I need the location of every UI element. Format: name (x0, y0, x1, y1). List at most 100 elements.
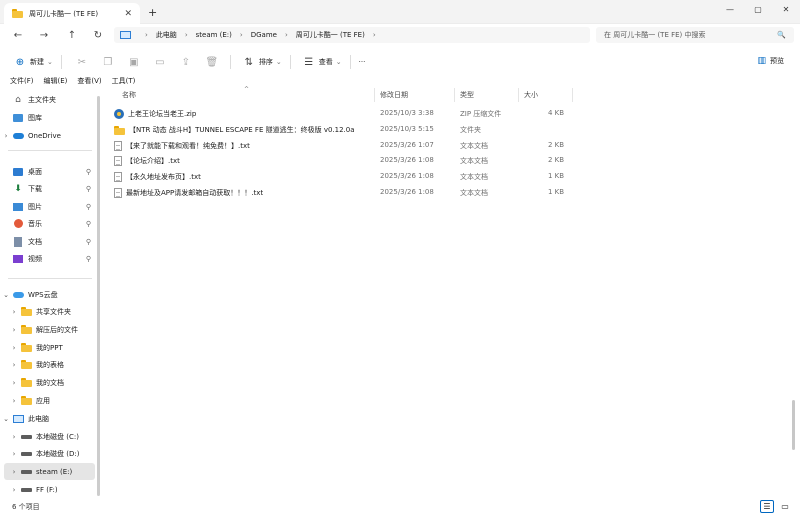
file-row[interactable]: 【来了就能下载和观看！纯免费！】.txt 2025/3/26 1:07 文本文档… (112, 138, 572, 154)
column-divider[interactable] (518, 88, 519, 102)
sidebar-item-music[interactable]: 音乐 ⚲ (0, 215, 95, 232)
chevron-right-icon[interactable]: › (8, 468, 20, 476)
chevron-down-icon[interactable]: ⌄ (0, 415, 12, 423)
close-tab-button[interactable]: ✕ (124, 9, 132, 19)
tiles-view-button[interactable]: ▭ (778, 500, 792, 513)
chevron-right-icon[interactable]: › (8, 308, 20, 316)
chevron-right-icon[interactable]: › (8, 326, 20, 334)
sidebar-item-gallery[interactable]: 图库 (0, 109, 95, 126)
breadcrumb-item[interactable]: steam (E:) (196, 31, 232, 39)
chevron-right-icon: › (145, 31, 148, 39)
folder-icon (20, 325, 32, 334)
menu-view[interactable]: 查看(V) (77, 76, 101, 88)
sidebar-label: 主文件夹 (28, 95, 56, 104)
chevron-right-icon[interactable]: › (8, 397, 20, 405)
sidebar-item-pictures[interactable]: 图片 ⚲ (0, 198, 95, 215)
sidebar-item-wps-folder[interactable]: › 我的表格 (8, 356, 95, 373)
sidebar-item-documents[interactable]: 文档 ⚲ (0, 233, 95, 250)
address-bar[interactable]: › 此电脑 › steam (E:) › DGame › 周可儿卡酷一 (TE … (114, 27, 590, 43)
menu-tools[interactable]: 工具(T) (112, 76, 136, 88)
share-button[interactable]: ⇪ (176, 57, 196, 68)
rename-button[interactable]: ▭ (150, 57, 170, 68)
sidebar-item-this-pc[interactable]: ⌄ 此电脑 (0, 410, 95, 427)
sort-label: 排序 (258, 58, 273, 66)
view-button[interactable]: ☰ 查看 ⌄ (299, 57, 341, 68)
home-icon: ⌂ (15, 94, 21, 105)
chevron-right-icon[interactable]: › (8, 486, 20, 494)
folder-icon (20, 307, 32, 316)
menu-file[interactable]: 文件(F) (10, 76, 34, 88)
chevron-right-icon[interactable]: › (8, 361, 20, 369)
maximize-button[interactable]: ▢ (744, 0, 772, 18)
file-size: 4 KB (548, 109, 565, 117)
sidebar-item-wps-folder[interactable]: › 共享文件夹 (8, 303, 95, 320)
chevron-down-icon[interactable]: ⌄ (0, 291, 12, 299)
search-input[interactable]: 在 周可儿卡酷一 (TE FE) 中搜索 🔍 (596, 27, 794, 43)
cut-button[interactable]: ✂ (72, 57, 92, 68)
sidebar-item-drive-f[interactable]: › FF (F:) (8, 481, 95, 498)
chevron-right-icon[interactable]: › (8, 379, 20, 387)
close-window-button[interactable]: ✕ (772, 0, 800, 18)
preview-button[interactable]: ▥ 预览 (757, 56, 784, 66)
plus-icon: ⊕ (15, 56, 25, 68)
copy-button[interactable]: ❐ (98, 57, 118, 68)
sidebar-item-drive-c[interactable]: › 本地磁盘 (C:) (8, 428, 95, 445)
refresh-button[interactable]: ↻ (90, 28, 106, 42)
column-divider[interactable] (454, 88, 455, 102)
details-view-button[interactable]: ☰ (760, 500, 774, 513)
sidebar-scrollbar[interactable] (97, 96, 100, 496)
sidebar-item-drive-d[interactable]: › 本地磁盘 (D:) (8, 445, 95, 462)
minimize-button[interactable]: — (716, 0, 744, 18)
column-header-size[interactable]: 大小 (524, 90, 538, 100)
column-divider[interactable] (374, 88, 375, 102)
file-row[interactable]: 上老王论坛当老王.zip 2025/10/3 3:38 ZIP 压缩文件 4 K… (112, 106, 572, 122)
sidebar-item-home[interactable]: ⌂ 主文件夹 (0, 91, 95, 108)
new-tab-button[interactable]: + (148, 6, 157, 19)
sidebar-label: 我的表格 (36, 360, 64, 369)
chevron-right-icon[interactable]: › (8, 450, 20, 458)
sidebar-item-wps-cloud[interactable]: ⌄ WPS云盘 (0, 286, 95, 303)
sidebar-item-wps-folder[interactable]: › 我的文档 (8, 374, 95, 391)
main-scrollbar[interactable] (792, 400, 795, 450)
file-row[interactable]: 【永久地址发布页】.txt 2025/3/26 1:08 文本文档 1 KB (112, 169, 572, 185)
tiles-view-icon: ▭ (781, 502, 789, 511)
back-button[interactable]: ← (10, 28, 26, 42)
more-button[interactable]: ··· (359, 58, 366, 66)
column-header-name[interactable]: 名称 (122, 90, 136, 100)
sidebar-item-videos[interactable]: 视频 ⚲ (0, 250, 95, 267)
documents-icon (14, 236, 22, 247)
file-row[interactable]: 【论坛介绍】.txt 2025/3/26 1:08 文本文档 2 KB (112, 153, 572, 169)
up-button[interactable]: ↑ (64, 28, 80, 42)
item-count: 6 个项目 (12, 503, 40, 511)
column-header-type[interactable]: 类型 (460, 90, 474, 100)
sidebar-item-wps-folder[interactable]: › 解压后的文件 (8, 321, 95, 338)
column-header-date[interactable]: 修改日期 (380, 90, 408, 100)
paste-button[interactable]: ▣ (124, 57, 144, 68)
address-row: ← → ↑ ↻ › 此电脑 › steam (E:) › DGame › 周可儿… (0, 24, 800, 46)
sidebar-label: 下载 (28, 184, 42, 193)
sort-button[interactable]: ⇅ 排序 ⌄ (239, 57, 282, 68)
column-divider[interactable] (572, 88, 573, 102)
sidebar-item-downloads[interactable]: ⬇ 下载 ⚲ (0, 180, 95, 197)
breadcrumb-item[interactable]: 周可儿卡酷一 (TE FE) (296, 30, 365, 40)
sidebar-item-onedrive[interactable]: › OneDrive (0, 127, 95, 144)
sidebar-item-wps-folder[interactable]: › 我的PPT (8, 339, 95, 356)
chevron-right-icon[interactable]: › (0, 132, 12, 140)
file-date: 2025/10/3 5:15 (380, 125, 434, 133)
forward-button[interactable]: → (36, 28, 52, 42)
sidebar-item-wps-folder[interactable]: › 应用 (8, 392, 95, 409)
new-button[interactable]: ⊕ 新建 ⌄ (10, 57, 53, 68)
file-row[interactable]: 最新地址及APP请发邮箱自动获取！！！.txt 2025/3/26 1:08 文… (112, 185, 572, 201)
this-pc-icon (12, 414, 24, 423)
sidebar-item-drive-e[interactable]: › steam (E:) (4, 463, 95, 480)
file-row[interactable]: 【NTR 动态 战斗H】TUNNEL ESCAPE FE 隧道逃生：终极版 v0… (112, 122, 572, 138)
menu-edit[interactable]: 编辑(E) (44, 76, 68, 88)
title-bar: 周可儿卡酷一 (TE FE) ✕ + — ▢ ✕ (0, 0, 800, 24)
sidebar-item-desktop[interactable]: 桌面 ⚲ (0, 163, 95, 180)
breadcrumb-item[interactable]: DGame (251, 31, 277, 39)
breadcrumb-item[interactable]: 此电脑 (156, 30, 177, 40)
tab-current-folder[interactable]: 周可儿卡酷一 (TE FE) ✕ (4, 3, 140, 24)
chevron-right-icon[interactable]: › (8, 344, 20, 352)
chevron-right-icon[interactable]: › (8, 433, 20, 441)
delete-button[interactable]: 🗑 (202, 57, 222, 68)
